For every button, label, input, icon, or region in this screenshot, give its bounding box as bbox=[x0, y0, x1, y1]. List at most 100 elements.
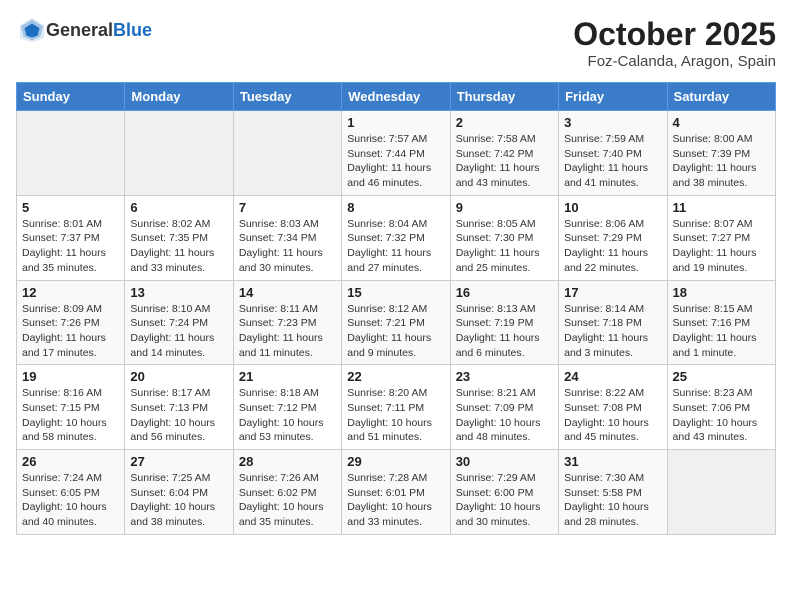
day-number: 5 bbox=[22, 200, 119, 215]
day-number: 6 bbox=[130, 200, 227, 215]
day-info: Sunrise: 8:10 AM Sunset: 7:24 PM Dayligh… bbox=[130, 302, 227, 361]
calendar-cell: 2Sunrise: 7:58 AM Sunset: 7:42 PM Daylig… bbox=[450, 111, 558, 196]
day-info: Sunrise: 7:25 AM Sunset: 6:04 PM Dayligh… bbox=[130, 471, 227, 530]
day-info: Sunrise: 8:21 AM Sunset: 7:09 PM Dayligh… bbox=[456, 386, 553, 445]
day-info: Sunrise: 8:22 AM Sunset: 7:08 PM Dayligh… bbox=[564, 386, 661, 445]
calendar-table: SundayMondayTuesdayWednesdayThursdayFrid… bbox=[16, 82, 776, 535]
day-number: 20 bbox=[130, 369, 227, 384]
day-number: 9 bbox=[456, 200, 553, 215]
day-number: 21 bbox=[239, 369, 336, 384]
calendar-cell: 25 Sunrise: 8:23 AM Sunset: 7:06 PM Dayli… bbox=[667, 365, 775, 450]
calendar-cell: 8 Sunrise: 8:04 AM Sunset: 7:32 PM Daylig… bbox=[342, 195, 450, 280]
calendar-cell: 1 Sunrise: 7:57 AM Sunset: 7:44 PM Daylig… bbox=[342, 111, 450, 196]
calendar-cell: 31Sunrise: 7:30 AM Sunset: 5:58 PM Dayli… bbox=[559, 450, 667, 535]
calendar-cell: 29Sunrise: 7:28 AM Sunset: 6:01 PM Dayli… bbox=[342, 450, 450, 535]
day-info: Sunrise: 8:20 AM Sunset: 7:11 PM Dayligh… bbox=[347, 386, 444, 445]
day-number: 12 bbox=[22, 285, 119, 300]
day-number: 16 bbox=[456, 285, 553, 300]
day-info: Sunrise: 8:11 AM Sunset: 7:23 PM Dayligh… bbox=[239, 302, 336, 361]
location-text: Foz-Calanda, Aragon, Spain bbox=[573, 53, 776, 70]
day-number: 30 bbox=[456, 454, 553, 469]
day-info: Sunrise: 8:15 AM Sunset: 7:16 PM Dayligh… bbox=[673, 302, 770, 361]
calendar-cell: 17Sunrise: 8:14 AM Sunset: 7:18 PM Dayli… bbox=[559, 280, 667, 365]
day-info: Sunrise: 7:28 AM Sunset: 6:01 PM Dayligh… bbox=[347, 471, 444, 530]
weekday-header-wednesday: Wednesday bbox=[342, 83, 450, 111]
calendar-cell bbox=[125, 111, 233, 196]
calendar-cell: 13 Sunrise: 8:10 AM Sunset: 7:24 PM Dayli… bbox=[125, 280, 233, 365]
calendar-cell bbox=[667, 450, 775, 535]
day-info: Sunrise: 8:00 AM Sunset: 7:39 PM Dayligh… bbox=[673, 132, 770, 191]
day-number: 11 bbox=[673, 200, 770, 215]
weekday-header-tuesday: Tuesday bbox=[233, 83, 341, 111]
day-info: Sunrise: 7:30 AM Sunset: 5:58 PM Dayligh… bbox=[564, 471, 661, 530]
calendar-cell: 20Sunrise: 8:17 AM Sunset: 7:13 PM Dayli… bbox=[125, 365, 233, 450]
logo-icon bbox=[18, 16, 46, 44]
day-number: 25 bbox=[673, 369, 770, 384]
day-number: 18 bbox=[673, 285, 770, 300]
calendar-cell: 5 Sunrise: 8:01 AM Sunset: 7:37 PM Daylig… bbox=[17, 195, 125, 280]
day-info: Sunrise: 8:14 AM Sunset: 7:18 PM Dayligh… bbox=[564, 302, 661, 361]
day-number: 4 bbox=[673, 115, 770, 130]
logo: GeneralBlue bbox=[16, 16, 152, 44]
day-number: 19 bbox=[22, 369, 119, 384]
day-info: Sunrise: 7:26 AM Sunset: 6:02 PM Dayligh… bbox=[239, 471, 336, 530]
page-header: GeneralBlue October 2025 Foz-Calanda, Ar… bbox=[16, 16, 776, 70]
day-info: Sunrise: 8:23 AM Sunset: 7:06 PM Dayligh… bbox=[673, 386, 770, 445]
day-info: Sunrise: 8:01 AM Sunset: 7:37 PM Dayligh… bbox=[22, 217, 119, 276]
day-info: Sunrise: 8:09 AM Sunset: 7:26 PM Dayligh… bbox=[22, 302, 119, 361]
day-info: Sunrise: 8:16 AM Sunset: 7:15 PM Dayligh… bbox=[22, 386, 119, 445]
week-row-3: 12 Sunrise: 8:09 AM Sunset: 7:26 PM Dayli… bbox=[17, 280, 776, 365]
weekday-header-saturday: Saturday bbox=[667, 83, 775, 111]
day-number: 10 bbox=[564, 200, 661, 215]
calendar-cell: 16 Sunrise: 8:13 AM Sunset: 7:19 PM Dayli… bbox=[450, 280, 558, 365]
day-number: 24 bbox=[564, 369, 661, 384]
day-number: 3 bbox=[564, 115, 661, 130]
calendar-cell: 15Sunrise: 8:12 AM Sunset: 7:21 PM Dayli… bbox=[342, 280, 450, 365]
calendar-cell: 24 Sunrise: 8:22 AM Sunset: 7:08 PM Dayli… bbox=[559, 365, 667, 450]
logo-blue-text: Blue bbox=[113, 20, 152, 40]
calendar-cell: 4 Sunrise: 8:00 AM Sunset: 7:39 PM Daylig… bbox=[667, 111, 775, 196]
calendar-cell: 6Sunrise: 8:02 AM Sunset: 7:35 PM Daylig… bbox=[125, 195, 233, 280]
calendar-cell: 10 Sunrise: 8:06 AM Sunset: 7:29 PM Dayli… bbox=[559, 195, 667, 280]
calendar-cell: 21 Sunrise: 8:18 AM Sunset: 7:12 PM Dayli… bbox=[233, 365, 341, 450]
day-number: 1 bbox=[347, 115, 444, 130]
day-number: 7 bbox=[239, 200, 336, 215]
day-number: 22 bbox=[347, 369, 444, 384]
day-info: Sunrise: 7:57 AM Sunset: 7:44 PM Dayligh… bbox=[347, 132, 444, 191]
calendar-cell bbox=[233, 111, 341, 196]
week-row-5: 26Sunrise: 7:24 AM Sunset: 6:05 PM Dayli… bbox=[17, 450, 776, 535]
weekday-header-row: SundayMondayTuesdayWednesdayThursdayFrid… bbox=[17, 83, 776, 111]
day-info: Sunrise: 8:18 AM Sunset: 7:12 PM Dayligh… bbox=[239, 386, 336, 445]
calendar-cell: 19 Sunrise: 8:16 AM Sunset: 7:15 PM Dayli… bbox=[17, 365, 125, 450]
day-info: Sunrise: 8:06 AM Sunset: 7:29 PM Dayligh… bbox=[564, 217, 661, 276]
calendar-cell: 12 Sunrise: 8:09 AM Sunset: 7:26 PM Dayli… bbox=[17, 280, 125, 365]
week-row-4: 19 Sunrise: 8:16 AM Sunset: 7:15 PM Dayli… bbox=[17, 365, 776, 450]
title-block: October 2025 Foz-Calanda, Aragon, Spain bbox=[573, 16, 776, 70]
day-info: Sunrise: 7:29 AM Sunset: 6:00 PM Dayligh… bbox=[456, 471, 553, 530]
day-number: 27 bbox=[130, 454, 227, 469]
day-number: 13 bbox=[130, 285, 227, 300]
calendar-cell: 3 Sunrise: 7:59 AM Sunset: 7:40 PM Daylig… bbox=[559, 111, 667, 196]
calendar-cell: 14 Sunrise: 8:11 AM Sunset: 7:23 PM Dayli… bbox=[233, 280, 341, 365]
day-info: Sunrise: 7:24 AM Sunset: 6:05 PM Dayligh… bbox=[22, 471, 119, 530]
day-number: 28 bbox=[239, 454, 336, 469]
day-number: 14 bbox=[239, 285, 336, 300]
day-number: 8 bbox=[347, 200, 444, 215]
calendar-cell: 26Sunrise: 7:24 AM Sunset: 6:05 PM Dayli… bbox=[17, 450, 125, 535]
weekday-header-friday: Friday bbox=[559, 83, 667, 111]
weekday-header-thursday: Thursday bbox=[450, 83, 558, 111]
day-info: Sunrise: 8:04 AM Sunset: 7:32 PM Dayligh… bbox=[347, 217, 444, 276]
day-number: 15 bbox=[347, 285, 444, 300]
week-row-2: 5 Sunrise: 8:01 AM Sunset: 7:37 PM Daylig… bbox=[17, 195, 776, 280]
calendar-cell: 22 Sunrise: 8:20 AM Sunset: 7:11 PM Dayli… bbox=[342, 365, 450, 450]
calendar-cell: 7 Sunrise: 8:03 AM Sunset: 7:34 PM Daylig… bbox=[233, 195, 341, 280]
calendar-cell bbox=[17, 111, 125, 196]
week-row-1: 1 Sunrise: 7:57 AM Sunset: 7:44 PM Daylig… bbox=[17, 111, 776, 196]
calendar-cell: 27 Sunrise: 7:25 AM Sunset: 6:04 PM Dayli… bbox=[125, 450, 233, 535]
day-info: Sunrise: 8:05 AM Sunset: 7:30 PM Dayligh… bbox=[456, 217, 553, 276]
calendar-cell: 11Sunrise: 8:07 AM Sunset: 7:27 PM Dayli… bbox=[667, 195, 775, 280]
day-info: Sunrise: 8:03 AM Sunset: 7:34 PM Dayligh… bbox=[239, 217, 336, 276]
day-info: Sunrise: 8:13 AM Sunset: 7:19 PM Dayligh… bbox=[456, 302, 553, 361]
day-info: Sunrise: 7:59 AM Sunset: 7:40 PM Dayligh… bbox=[564, 132, 661, 191]
day-number: 2 bbox=[456, 115, 553, 130]
